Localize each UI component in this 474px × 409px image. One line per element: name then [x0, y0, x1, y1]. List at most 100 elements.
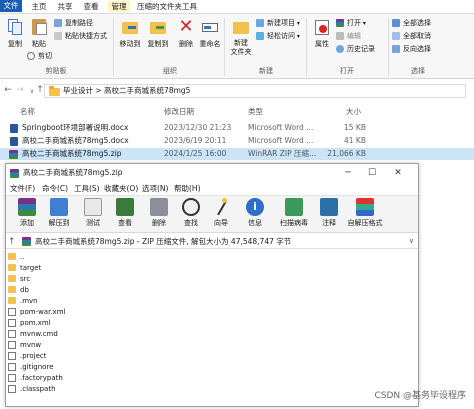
- open-button[interactable]: 打开 ▾: [336, 18, 366, 29]
- list-item[interactable]: target: [8, 263, 68, 273]
- menu-help[interactable]: 帮助(H): [174, 182, 201, 195]
- tab-view[interactable]: 查看: [80, 1, 102, 12]
- list-item[interactable]: .mvn: [8, 296, 68, 306]
- find-button[interactable]: 查找: [176, 198, 206, 228]
- rename-button[interactable]: 重命名: [196, 17, 224, 49]
- forward-arrow-icon[interactable]: →: [14, 85, 26, 95]
- file-row-selected[interactable]: 高校二手商城系统78mg5.zip 2024/1/25 16:00 WinRAR…: [0, 148, 474, 160]
- easy-access-button[interactable]: 轻松访问 ▾: [256, 31, 300, 42]
- add-button[interactable]: 添加: [12, 198, 42, 228]
- properties-button[interactable]: 属性: [308, 17, 336, 49]
- archive-info: 高校二手商城系统78mg5.zip - ZIP 压缩文件, 解包大小为 47,5…: [35, 237, 292, 246]
- tab-share[interactable]: 共享: [54, 1, 76, 12]
- list-item[interactable]: db: [8, 285, 68, 295]
- menu-favorites[interactable]: 收藏夹(O): [104, 182, 138, 195]
- scissors-icon: [27, 52, 35, 60]
- ribbon: 复制 粘贴 复制路径 粘贴快捷方式 剪切 剪贴板 移动到 复制到 ✕ 删除 重命…: [0, 13, 474, 79]
- paste-shortcut-icon: [54, 32, 62, 40]
- list-item[interactable]: pom.xml: [8, 318, 68, 328]
- chevron-down-icon[interactable]: ∨: [409, 234, 414, 249]
- extract-to-label: 解压到: [48, 219, 70, 227]
- column-header-name[interactable]: 名称: [20, 106, 35, 117]
- virus-scan-icon: [285, 198, 303, 216]
- file-type: Microsoft Word ...: [248, 136, 314, 145]
- menu-tools[interactable]: 工具(S): [74, 182, 100, 195]
- winrar-title-bar[interactable]: 高校二手商城系统78mg5.zip ─ ☐ ✕: [6, 164, 418, 182]
- info-button[interactable]: i 信息: [240, 198, 270, 228]
- file-icon: [8, 341, 16, 349]
- list-item[interactable]: .gitignore: [8, 362, 68, 372]
- folder-icon: [49, 86, 60, 96]
- column-header-date[interactable]: 修改日期: [164, 106, 194, 117]
- close-icon[interactable]: ✕: [388, 164, 408, 182]
- list-item[interactable]: src: [8, 274, 68, 284]
- invert-selection-icon: [392, 45, 400, 53]
- column-header-type[interactable]: 类型: [248, 106, 263, 117]
- copy-to-label: 复制到: [147, 40, 169, 48]
- select-none-button[interactable]: 全部取消: [392, 31, 431, 42]
- menu-file[interactable]: 文件(F): [10, 182, 35, 195]
- column-header-size[interactable]: 大小: [346, 106, 361, 117]
- extract-to-button[interactable]: 解压到: [44, 198, 74, 228]
- move-to-button[interactable]: 移动到: [116, 17, 144, 49]
- menu-options[interactable]: 选项(N): [142, 182, 168, 195]
- edit-button[interactable]: 编辑: [336, 31, 361, 42]
- view-book-icon: [116, 198, 134, 216]
- tab-manage[interactable]: 管理: [108, 1, 130, 12]
- new-item-label: 新建项目: [267, 19, 295, 27]
- paste-label: 粘贴: [32, 40, 46, 48]
- tab-compressed-folder-tools[interactable]: 压缩的文件夹工具: [134, 1, 200, 12]
- list-item[interactable]: pom-war.xml: [8, 307, 68, 317]
- tab-home[interactable]: 主页: [28, 1, 50, 12]
- folder-icon: [8, 264, 16, 271]
- info-label: 信息: [248, 219, 262, 227]
- sfx-button[interactable]: 自解压格式: [344, 198, 386, 228]
- file-row[interactable]: 高校二手商城系统78mg5.docx 2023/6/19 20:11 Micro…: [0, 135, 474, 147]
- tab-file[interactable]: 文件: [0, 0, 22, 12]
- comment-button[interactable]: 注释: [314, 198, 344, 228]
- list-item[interactable]: ..: [8, 252, 68, 262]
- folder-up-icon: [8, 253, 16, 260]
- maximize-icon[interactable]: ☐: [362, 164, 382, 182]
- file-row[interactable]: Springboot环境部署说明.docx 2023/12/30 21:23 M…: [0, 122, 474, 134]
- list-item[interactable]: .classpath: [8, 384, 68, 394]
- view-button[interactable]: 查看: [110, 198, 140, 228]
- folder-icon: [8, 297, 16, 304]
- add-archive-icon: [18, 198, 36, 216]
- cut-button[interactable]: 剪切: [27, 51, 52, 62]
- new-folder-button[interactable]: 新建 文件夹: [226, 17, 256, 57]
- history-button[interactable]: 历史记录: [336, 44, 375, 55]
- new-folder-icon: [231, 17, 251, 37]
- zip-icon: [9, 150, 18, 159]
- test-button[interactable]: 测试: [78, 198, 108, 228]
- minimize-icon[interactable]: ─: [338, 164, 358, 182]
- select-all-icon: [392, 19, 400, 27]
- list-item[interactable]: mvnw.cmd: [8, 329, 68, 339]
- list-item[interactable]: .factorypath: [8, 373, 68, 383]
- up-one-level-icon[interactable]: ↑: [8, 235, 16, 250]
- delete-archive-button[interactable]: 删除: [144, 198, 174, 228]
- view-label: 查看: [118, 219, 132, 227]
- paste-shortcut-button[interactable]: 粘贴快捷方式: [54, 31, 107, 42]
- divider: [224, 18, 225, 76]
- copy-path-button[interactable]: 复制路径: [54, 18, 93, 29]
- wizard-button[interactable]: 向导: [206, 198, 236, 228]
- ribbon-tab-bar: 文件 主页 共享 查看 管理 压缩的文件夹工具: [0, 0, 474, 13]
- select-all-button[interactable]: 全部选择: [392, 18, 431, 29]
- rename-label: 重命名: [199, 40, 221, 48]
- paste-button[interactable]: 粘贴: [25, 17, 53, 49]
- list-item[interactable]: .project: [8, 351, 68, 361]
- virus-scan-button[interactable]: 扫描病毒: [276, 198, 312, 228]
- copy-to-button[interactable]: 复制到: [144, 17, 172, 49]
- menu-commands[interactable]: 命令(C): [42, 182, 68, 195]
- chevron-down-icon: ▾: [361, 20, 366, 27]
- back-arrow-icon[interactable]: ←: [2, 85, 14, 95]
- invert-selection-button[interactable]: 反向选择: [392, 44, 431, 55]
- edit-icon: [336, 32, 344, 40]
- new-folder-label: 新建 文件夹: [230, 39, 252, 56]
- new-item-button[interactable]: 新建项目 ▾: [256, 18, 300, 29]
- invert-selection-label: 反向选择: [403, 45, 431, 53]
- paste-shortcut-label: 粘贴快捷方式: [65, 32, 107, 40]
- address-path-field[interactable]: 毕业设计 > 高校二手商城系统78mg5: [44, 84, 466, 98]
- list-item[interactable]: mvnw: [8, 340, 68, 350]
